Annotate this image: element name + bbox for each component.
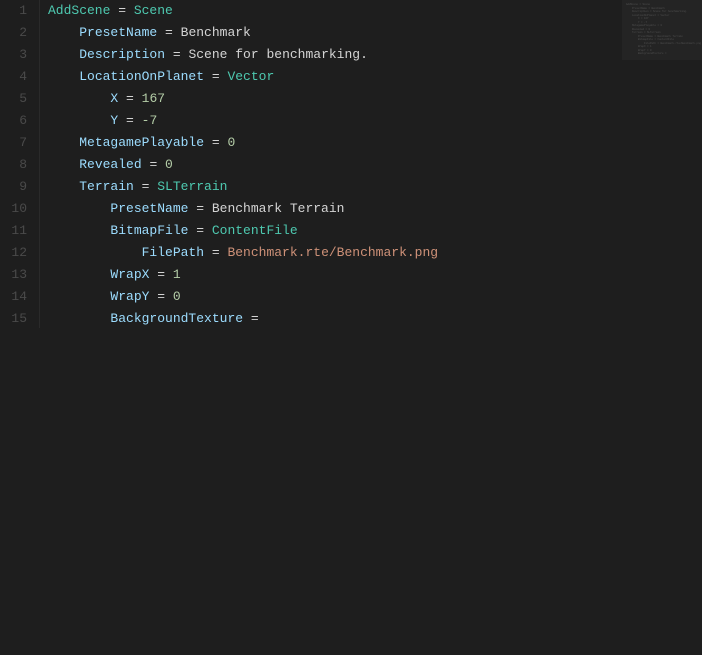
line-num-15: 15 xyxy=(8,308,27,328)
code-line-9: Terrain = SLTerrain xyxy=(48,176,694,198)
line-num-1: 1 xyxy=(8,0,27,22)
code-line-10: PresetName = Benchmark Terrain xyxy=(48,198,694,220)
code-line-8: Revealed = 0 xyxy=(48,154,694,176)
line-num-4: 4 xyxy=(8,66,27,88)
line-num-6: 6 xyxy=(8,110,27,132)
code-line-11: BitmapFile = ContentFile xyxy=(48,220,694,242)
code-line-7: MetagamePlayable = 0 xyxy=(48,132,694,154)
code-line-15: BackgroundTexture = xyxy=(48,308,694,328)
code-line-2: PresetName = Benchmark xyxy=(48,22,694,44)
line-num-10: 10 xyxy=(8,198,27,220)
code-line-1: AddScene = Scene xyxy=(48,0,694,22)
line-numbers: 1 2 3 4 5 6 7 8 9 10 11 12 13 14 15 xyxy=(0,0,40,328)
line-num-2: 2 xyxy=(8,22,27,44)
line-num-12: 12 xyxy=(8,242,27,264)
bottom-area xyxy=(0,328,702,655)
code-line-6: Y = -7 xyxy=(48,110,694,132)
code-line-12: FilePath = Benchmark.rte/Benchmark.png xyxy=(48,242,694,264)
code-line-14: WrapY = 0 xyxy=(48,286,694,308)
code-line-13: WrapX = 1 xyxy=(48,264,694,286)
code-line-4: LocationOnPlanet = Vector xyxy=(48,66,694,88)
minimap: AddScene = Scene PresetName = Benchmark … xyxy=(622,0,702,60)
code-line-5: X = 167 xyxy=(48,88,694,110)
editor-container: AddScene = Scene PresetName = Benchmark … xyxy=(0,0,702,655)
code-area: 1 2 3 4 5 6 7 8 9 10 11 12 13 14 15 AddS… xyxy=(0,0,702,328)
line-num-3: 3 xyxy=(8,44,27,66)
line-num-5: 5 xyxy=(8,88,27,110)
line-num-14: 14 xyxy=(8,286,27,308)
line-num-8: 8 xyxy=(8,154,27,176)
code-lines[interactable]: AddScene = Scene PresetName = Benchmark … xyxy=(40,0,702,328)
minimap-content: AddScene = Scene PresetName = Benchmark … xyxy=(622,0,702,59)
line-num-13: 13 xyxy=(8,264,27,286)
line-num-11: 11 xyxy=(8,220,27,242)
code-line-3: Description = Scene for benchmarking. xyxy=(48,44,694,66)
line-num-9: 9 xyxy=(8,176,27,198)
line-num-7: 7 xyxy=(8,132,27,154)
